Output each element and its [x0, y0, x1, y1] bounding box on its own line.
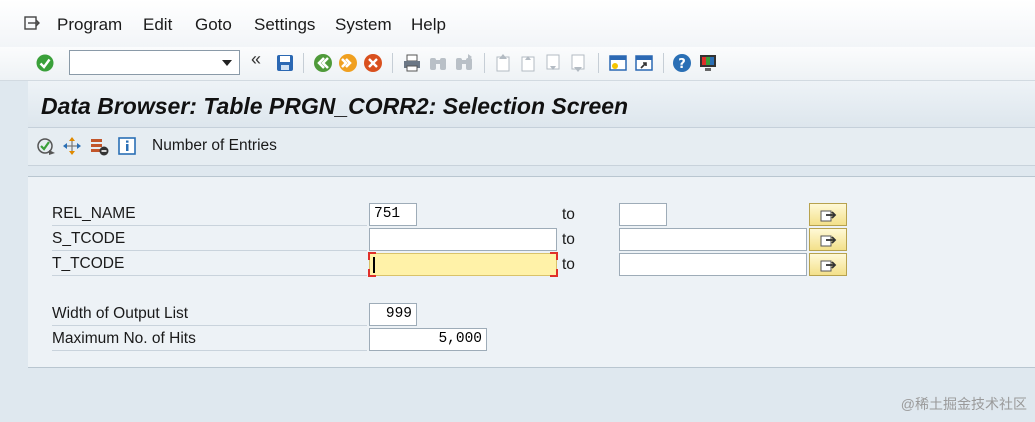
- focus-corner: [368, 269, 376, 277]
- toolbar-separator: [663, 53, 664, 73]
- help-icon[interactable]: ?: [672, 53, 692, 73]
- rel-name-to-input[interactable]: [619, 203, 667, 226]
- chevron-down-icon[interactable]: [222, 60, 232, 66]
- width-of-output-list-input[interactable]: 999: [369, 303, 417, 326]
- cancel-icon[interactable]: [363, 53, 383, 73]
- toolbar-separator: [484, 53, 485, 73]
- enter-check-icon[interactable]: [35, 53, 55, 73]
- rel-name-multiple-selection-button[interactable]: [809, 203, 847, 226]
- t-tcode-label: T_TCODE: [52, 253, 367, 276]
- back-icon[interactable]: [313, 53, 333, 73]
- rel-name-to-label: to: [562, 206, 575, 223]
- t-tcode-to-input[interactable]: [619, 253, 807, 276]
- watermark: @稀土掘金技术社区: [900, 396, 1027, 412]
- multiple-selection-icon: [820, 235, 837, 247]
- number-of-entries-button[interactable]: Number of Entries: [152, 137, 277, 155]
- width-of-output-list-label: Width of Output List: [52, 303, 367, 326]
- collapse-command-field-icon[interactable]: «: [251, 49, 261, 70]
- title-bar: Data Browser: Table PRGN_CORR2: Selectio…: [28, 81, 1035, 128]
- menu-goto[interactable]: Goto: [195, 15, 232, 35]
- menu-system[interactable]: System: [335, 15, 392, 35]
- toolbar-separator: [303, 53, 304, 73]
- selection-panel: REL_NAME 751 to S_TCODE to T_TCODE to Wi…: [28, 176, 1035, 368]
- exit-icon[interactable]: [338, 53, 358, 73]
- page-title: Data Browser: Table PRGN_CORR2: Selectio…: [41, 93, 629, 119]
- last-page-icon: [568, 53, 588, 73]
- toolbar-separator: [598, 53, 599, 73]
- t-tcode-multiple-selection-button[interactable]: [809, 253, 847, 276]
- menu-settings[interactable]: Settings: [254, 15, 315, 35]
- rel-name-from-input[interactable]: 751: [369, 203, 417, 226]
- first-page-icon: [493, 53, 513, 73]
- save-icon[interactable]: [275, 53, 295, 73]
- previous-page-icon: [518, 53, 538, 73]
- system-toolbar: « ?: [0, 47, 1035, 81]
- s-tcode-to-input[interactable]: [619, 228, 807, 251]
- multiple-selection-icon: [820, 260, 837, 272]
- t-tcode-from-input[interactable]: [368, 252, 558, 277]
- s-tcode-from-input[interactable]: [369, 228, 557, 251]
- new-session-icon[interactable]: [608, 53, 628, 73]
- menu-bar: Program Edit Goto Settings System Help: [0, 0, 1035, 48]
- focus-corner: [368, 252, 376, 260]
- focus-corner: [550, 269, 558, 277]
- execute-icon[interactable]: [36, 136, 56, 156]
- toolbar-separator: [392, 53, 393, 73]
- maximum-hits-input[interactable]: 5,000: [369, 328, 487, 351]
- t-tcode-to-label: to: [562, 256, 575, 273]
- rel-name-label: REL_NAME: [52, 203, 367, 226]
- menu-program[interactable]: Program: [57, 15, 122, 35]
- find-icon: [428, 53, 448, 73]
- s-tcode-multiple-selection-button[interactable]: [809, 228, 847, 251]
- selection-options-icon[interactable]: [89, 136, 109, 156]
- create-shortcut-icon[interactable]: [634, 53, 654, 73]
- multiple-selection-icon: [820, 210, 837, 222]
- s-tcode-to-label: to: [562, 231, 575, 248]
- info-icon[interactable]: [117, 136, 137, 156]
- focus-corner: [550, 252, 558, 260]
- menu-help[interactable]: Help: [411, 15, 446, 35]
- print-icon[interactable]: [402, 53, 422, 73]
- s-tcode-label: S_TCODE: [52, 228, 367, 251]
- application-toolbar: Number of Entries: [28, 128, 1035, 166]
- customize-layout-icon[interactable]: [698, 53, 718, 73]
- find-next-icon: [454, 53, 474, 73]
- svg-text:?: ?: [678, 57, 686, 72]
- menu-edit[interactable]: Edit: [143, 15, 172, 35]
- menu-overflow-icon[interactable]: [24, 16, 40, 31]
- field-selection-icon[interactable]: [62, 136, 82, 156]
- next-page-icon: [543, 53, 563, 73]
- command-field[interactable]: [69, 50, 240, 75]
- maximum-hits-label: Maximum No. of Hits: [52, 328, 367, 351]
